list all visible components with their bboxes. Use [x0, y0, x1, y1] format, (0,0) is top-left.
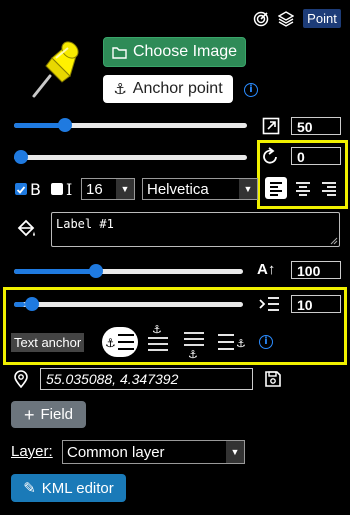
choose-image-button[interactable]: Choose Image: [103, 37, 246, 67]
font-size-select[interactable]: 16 ▼: [81, 178, 135, 200]
label-textarea[interactable]: Label #1: [51, 212, 340, 247]
indent-input[interactable]: 10: [291, 295, 341, 313]
rotate-icon: [262, 147, 280, 165]
align-right-button[interactable]: [318, 177, 340, 199]
resize-icon: [262, 117, 280, 135]
field-label: Field: [40, 406, 74, 423]
choose-image-label: Choose Image: [132, 43, 238, 60]
text-anchor-label: Text anchor: [11, 333, 85, 352]
kml-editor-button[interactable]: ✎ KML editor: [11, 474, 126, 502]
font-family-select[interactable]: Helvetica ▼: [142, 178, 258, 200]
folder-icon: [112, 46, 127, 59]
anchor-right-button[interactable]: ⚓: [216, 329, 250, 357]
chevron-down-icon: ▼: [226, 441, 244, 463]
italic-checkbox[interactable]: [51, 183, 63, 195]
align-left-button[interactable]: [265, 177, 287, 199]
anchor-bottom-button[interactable]: ⚓: [180, 328, 208, 362]
plus-icon: +: [23, 404, 35, 425]
point-badge[interactable]: Point: [303, 9, 341, 28]
font-increase-icon: A↑: [257, 261, 276, 278]
size-slider[interactable]: [14, 118, 247, 132]
chevron-down-icon: ▼: [239, 179, 257, 199]
svg-text:⚓: ⚓: [105, 336, 116, 350]
rotation-input[interactable]: 0: [291, 147, 341, 165]
anchor-point-label: Anchor point: [132, 80, 223, 97]
location-pin-icon: [13, 370, 29, 388]
font-family-value: Helvetica: [147, 180, 209, 198]
indent-icon: [258, 295, 280, 313]
bold-label: B: [30, 180, 41, 199]
coordinates-input[interactable]: 55.035088, 4.347392: [40, 368, 253, 390]
anchor-top-button[interactable]: ⚓: [144, 322, 172, 356]
save-icon[interactable]: [264, 370, 282, 388]
layer-select[interactable]: Common layer ▼: [62, 440, 245, 464]
layer-value: Common layer: [67, 443, 165, 461]
anchor-icon: ⚓: [113, 80, 127, 98]
svg-text:⚓: ⚓: [152, 323, 162, 336]
chevron-down-icon: ▼: [116, 179, 134, 199]
pushpin-image: [26, 36, 84, 100]
info-icon[interactable]: i: [259, 335, 273, 349]
label-text: Label #1: [56, 217, 114, 231]
add-field-button[interactable]: + Field: [11, 401, 86, 428]
size-input[interactable]: 50: [291, 117, 341, 135]
radar-icon[interactable]: [253, 11, 269, 27]
svg-text:⚓: ⚓: [188, 348, 198, 361]
rotation-slider[interactable]: [14, 150, 247, 164]
italic-label: I: [66, 180, 73, 199]
align-center-button[interactable]: [292, 177, 314, 199]
resize-handle-icon: [330, 237, 338, 245]
anchor-left-button[interactable]: ⚓: [102, 327, 138, 357]
anchor-point-button[interactable]: ⚓ Anchor point: [103, 75, 233, 103]
font-size-value: 16: [86, 180, 103, 198]
pencil-icon: ✎: [23, 479, 36, 497]
paint-bucket-icon[interactable]: [15, 218, 37, 240]
svg-text:⚓: ⚓: [236, 337, 246, 350]
text-scale-slider[interactable]: [14, 264, 243, 278]
layer-label: Layer:: [11, 443, 53, 460]
coordinates-value: 55.035088, 4.347392: [46, 371, 179, 387]
bold-checkbox[interactable]: [15, 183, 27, 195]
text-scale-input[interactable]: 100: [291, 261, 341, 279]
kml-editor-label: KML editor: [41, 479, 114, 497]
info-icon[interactable]: i: [244, 83, 258, 97]
indent-slider[interactable]: [14, 297, 243, 311]
layers-icon[interactable]: [278, 11, 294, 27]
